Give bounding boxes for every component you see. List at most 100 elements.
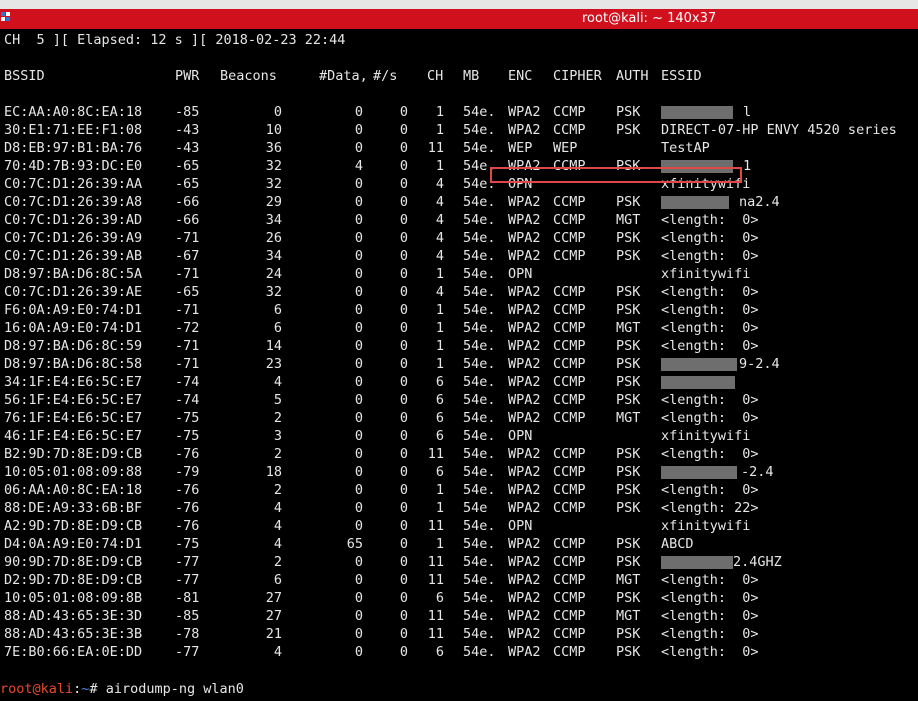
table-row[interactable]: D8:EB:97:B1:BA:76 -43 36 0 0 11 54e. WEP WEP Test… bbox=[0, 139, 918, 157]
table-row[interactable]: D8:97:BA:D6:8C:58 -71 23 0 0 1 54e. WPA2 CCMP PSK… bbox=[0, 355, 918, 373]
cell-mb: 54e. bbox=[463, 266, 496, 282]
shell-prompt[interactable]: root@kali:~# airodump-ng wlan0 bbox=[0, 680, 244, 698]
table-row[interactable]: C0:7C:D1:26:39:AB -67 34 0 0 4 54e. WPA2 CCMP PSK… bbox=[0, 247, 918, 265]
table-row[interactable]: 88:DE:A9:33:6B:BF -76 4 0 0 1 54e WPA2 CCMP PSK <l… bbox=[0, 499, 918, 517]
cell-mb: 54e. bbox=[463, 446, 496, 462]
cell-mb: 54e. bbox=[463, 428, 496, 444]
cell-auth: PSK bbox=[616, 230, 641, 246]
cell-rate: 0 bbox=[399, 356, 408, 372]
cell-essid: TestAP bbox=[661, 140, 710, 156]
table-row[interactable]: C0:7C:D1:26:39:A9 -71 26 0 0 4 54e. WPA2 CCMP PSK… bbox=[0, 229, 918, 247]
cell-enc: WPA2 bbox=[508, 338, 541, 354]
cell-bssid: F6:0A:A9:E0:74:D1 bbox=[4, 302, 143, 318]
terminal-titlebar[interactable]: root@kali: ~ 140x37 bbox=[0, 9, 918, 29]
cell-beacons: 10 bbox=[265, 122, 282, 138]
cell-pwr: -43 bbox=[175, 122, 200, 138]
cell-beacons: 2 bbox=[273, 554, 282, 570]
table-row[interactable]: 90:9D:7D:8E:D9:CB -77 2 0 0 11 54e. WPA2 CCMP PSK… bbox=[0, 553, 918, 571]
cell-mb: 54e. bbox=[463, 104, 496, 120]
cell-auth: PSK bbox=[616, 644, 641, 660]
table-row[interactable]: C0:7C:D1:26:39:AE -65 32 0 0 4 54e. WPA2 CCMP PSK… bbox=[0, 283, 918, 301]
cell-cipher: CCMP bbox=[553, 572, 586, 588]
table-row[interactable]: 76:1F:E4:E6:5C:E7 -75 2 0 0 6 54e. WPA2 CCMP MGT <… bbox=[0, 409, 918, 427]
table-row[interactable]: 34:1F:E4:E6:5C:E7 -74 4 0 0 6 54e. WPA2 CCMP PSK bbox=[0, 373, 918, 391]
table-row[interactable]: A2:9D:7D:8E:D9:CB -76 4 0 0 11 54e. OPN xfinityw… bbox=[0, 517, 918, 535]
cell-beacons: 2 bbox=[273, 446, 282, 462]
cell-bssid: D8:97:BA:D6:8C:59 bbox=[4, 338, 143, 354]
table-row[interactable]: EC:AA:A0:8C:EA:18 -85 0 0 0 1 54e. WPA2 CCMP PSK l bbox=[0, 103, 918, 121]
cell-enc: WPA2 bbox=[508, 608, 541, 624]
table-row[interactable]: 46:1F:E4:E6:5C:E7 -75 3 0 0 6 54e. OPN xfinitywi… bbox=[0, 427, 918, 445]
cell-rate: 0 bbox=[399, 572, 408, 588]
cell-data: 65 bbox=[346, 536, 363, 552]
cell-essid: <length: 0> bbox=[661, 410, 759, 426]
cell-bssid: C0:7C:D1:26:39:AE bbox=[4, 284, 143, 300]
cell-rate: 0 bbox=[399, 212, 408, 228]
cell-pwr: -77 bbox=[175, 644, 200, 660]
cell-enc: WPA2 bbox=[508, 554, 541, 570]
cell-rate: 0 bbox=[399, 500, 408, 516]
cell-data: 0 bbox=[354, 554, 363, 570]
cell-ch: 6 bbox=[435, 590, 444, 606]
cell-beacons: 4 bbox=[273, 536, 282, 552]
cell-rate: 0 bbox=[399, 482, 408, 498]
table-row[interactable]: 7E:B0:66:EA:0E:DD -77 4 0 0 6 54e. WPA2 CCMP PSK <… bbox=[0, 643, 918, 661]
cell-mb: 54e. bbox=[463, 554, 496, 570]
cell-ch: 6 bbox=[435, 464, 444, 480]
cell-data: 0 bbox=[354, 464, 363, 480]
table-row[interactable]: 10:05:01:08:09:88 -79 18 0 0 6 54e. WPA2 CCMP PSK… bbox=[0, 463, 918, 481]
cell-ch: 1 bbox=[435, 482, 444, 498]
cell-ch: 6 bbox=[435, 374, 444, 390]
cell-bssid: 88:AD:43:65:3E:3D bbox=[4, 608, 143, 624]
cell-cipher: CCMP bbox=[553, 626, 586, 642]
cell-bssid: C0:7C:D1:26:39:A9 bbox=[4, 230, 143, 246]
cell-pwr: -65 bbox=[175, 158, 200, 174]
table-row[interactable]: C0:7C:D1:26:39:AD -66 34 0 0 4 54e. WPA2 CCMP MGT… bbox=[0, 211, 918, 229]
table-row[interactable]: F6:0A:A9:E0:74:D1 -71 6 0 0 1 54e. WPA2 CCMP PSK <… bbox=[0, 301, 918, 319]
cell-enc: WPA2 bbox=[508, 590, 541, 606]
table-row[interactable]: C0:7C:D1:26:39:AA -65 32 0 0 4 54e. OPN xfinityw… bbox=[0, 175, 918, 193]
cell-essid: xfinitywifi bbox=[661, 266, 751, 282]
cell-bssid: D4:0A:A9:E0:74:D1 bbox=[4, 536, 143, 552]
cell-ch: 4 bbox=[435, 194, 444, 210]
column-header: ESSID bbox=[661, 68, 702, 84]
cell-beacons: 4 bbox=[273, 374, 282, 390]
cell-auth: PSK bbox=[616, 536, 641, 552]
cell-enc: WEP bbox=[508, 140, 533, 156]
cell-data: 0 bbox=[354, 104, 363, 120]
table-row[interactable]: D8:97:BA:D6:8C:59 -71 14 0 0 1 54e. WPA2 CCMP PSK… bbox=[0, 337, 918, 355]
cell-data: 0 bbox=[354, 500, 363, 516]
cell-bssid: C0:7C:D1:26:39:AB bbox=[4, 248, 143, 264]
cell-auth: PSK bbox=[616, 590, 641, 606]
table-row[interactable]: 30:E1:71:EE:F1:08 -43 10 0 0 1 54e. WPA2 CCMP PSK… bbox=[0, 121, 918, 139]
table-row[interactable]: 88:AD:43:65:3E:3D -85 27 0 0 11 54e. WPA2 CCMP MG… bbox=[0, 607, 918, 625]
table-row[interactable]: B2:9D:7D:8E:D9:CB -76 2 0 0 11 54e. WPA2 CCMP PSK… bbox=[0, 445, 918, 463]
column-header: CH bbox=[427, 68, 444, 84]
table-row[interactable]: 06:AA:A0:8C:EA:18 -76 2 0 0 1 54e. WPA2 CCMP PSK <… bbox=[0, 481, 918, 499]
cell-auth: PSK bbox=[616, 284, 641, 300]
table-row[interactable]: C0:7C:D1:26:39:A8 -66 29 0 0 4 54e. WPA2 CCMP PSK… bbox=[0, 193, 918, 211]
cell-mb: 54e. bbox=[463, 194, 496, 210]
table-row[interactable]: 10:05:01:08:09:8B -81 27 0 0 6 54e. WPA2 CCMP PSK… bbox=[0, 589, 918, 607]
cell-essid: <length: 0> bbox=[661, 482, 759, 498]
cell-pwr: -71 bbox=[175, 266, 200, 282]
cell-beacons: 18 bbox=[265, 464, 282, 480]
table-row[interactable]: 56:1F:E4:E6:5C:E7 -74 5 0 0 6 54e. WPA2 CCMP PSK <… bbox=[0, 391, 918, 409]
cell-essid: <length: 0> bbox=[661, 230, 759, 246]
table-row[interactable]: D2:9D:7D:8E:D9:CB -77 6 0 0 11 54e. WPA2 CCMP MGT… bbox=[0, 571, 918, 589]
table-row[interactable]: 16:0A:A9:E0:74:D1 -72 6 0 0 1 54e. WPA2 CCMP MGT <… bbox=[0, 319, 918, 337]
table-row[interactable]: 88:AD:43:65:3E:3B -78 21 0 0 11 54e. WPA2 CCMP PS… bbox=[0, 625, 918, 643]
cell-essid: 9-2.4 bbox=[739, 356, 780, 372]
cell-ch: 1 bbox=[435, 158, 444, 174]
cell-bssid: 10:05:01:08:09:88 bbox=[4, 464, 143, 480]
cell-bssid: 16:0A:A9:E0:74:D1 bbox=[4, 320, 143, 336]
cell-rate: 0 bbox=[399, 392, 408, 408]
cell-cipher: CCMP bbox=[553, 590, 586, 606]
cell-mb: 54e. bbox=[463, 140, 496, 156]
cell-beacons: 23 bbox=[265, 356, 282, 372]
table-row[interactable]: 70:4D:7B:93:DC:E0 -65 32 4 0 1 54e. WPA2 CCMP PSK… bbox=[0, 157, 918, 175]
table-row[interactable]: D8:97:BA:D6:8C:5A -71 24 0 0 1 54e. OPN xfinityw… bbox=[0, 265, 918, 283]
prompt-user-host: root@kali bbox=[0, 681, 74, 697]
table-row[interactable]: D4:0A:A9:E0:74:D1 -75 4 65 0 1 54e. WPA2 CCMP PSK… bbox=[0, 535, 918, 553]
terminal-screen[interactable]: CH 5 ][ Elapsed: 12 s ][ 2018-02-23 22:4… bbox=[0, 29, 918, 701]
